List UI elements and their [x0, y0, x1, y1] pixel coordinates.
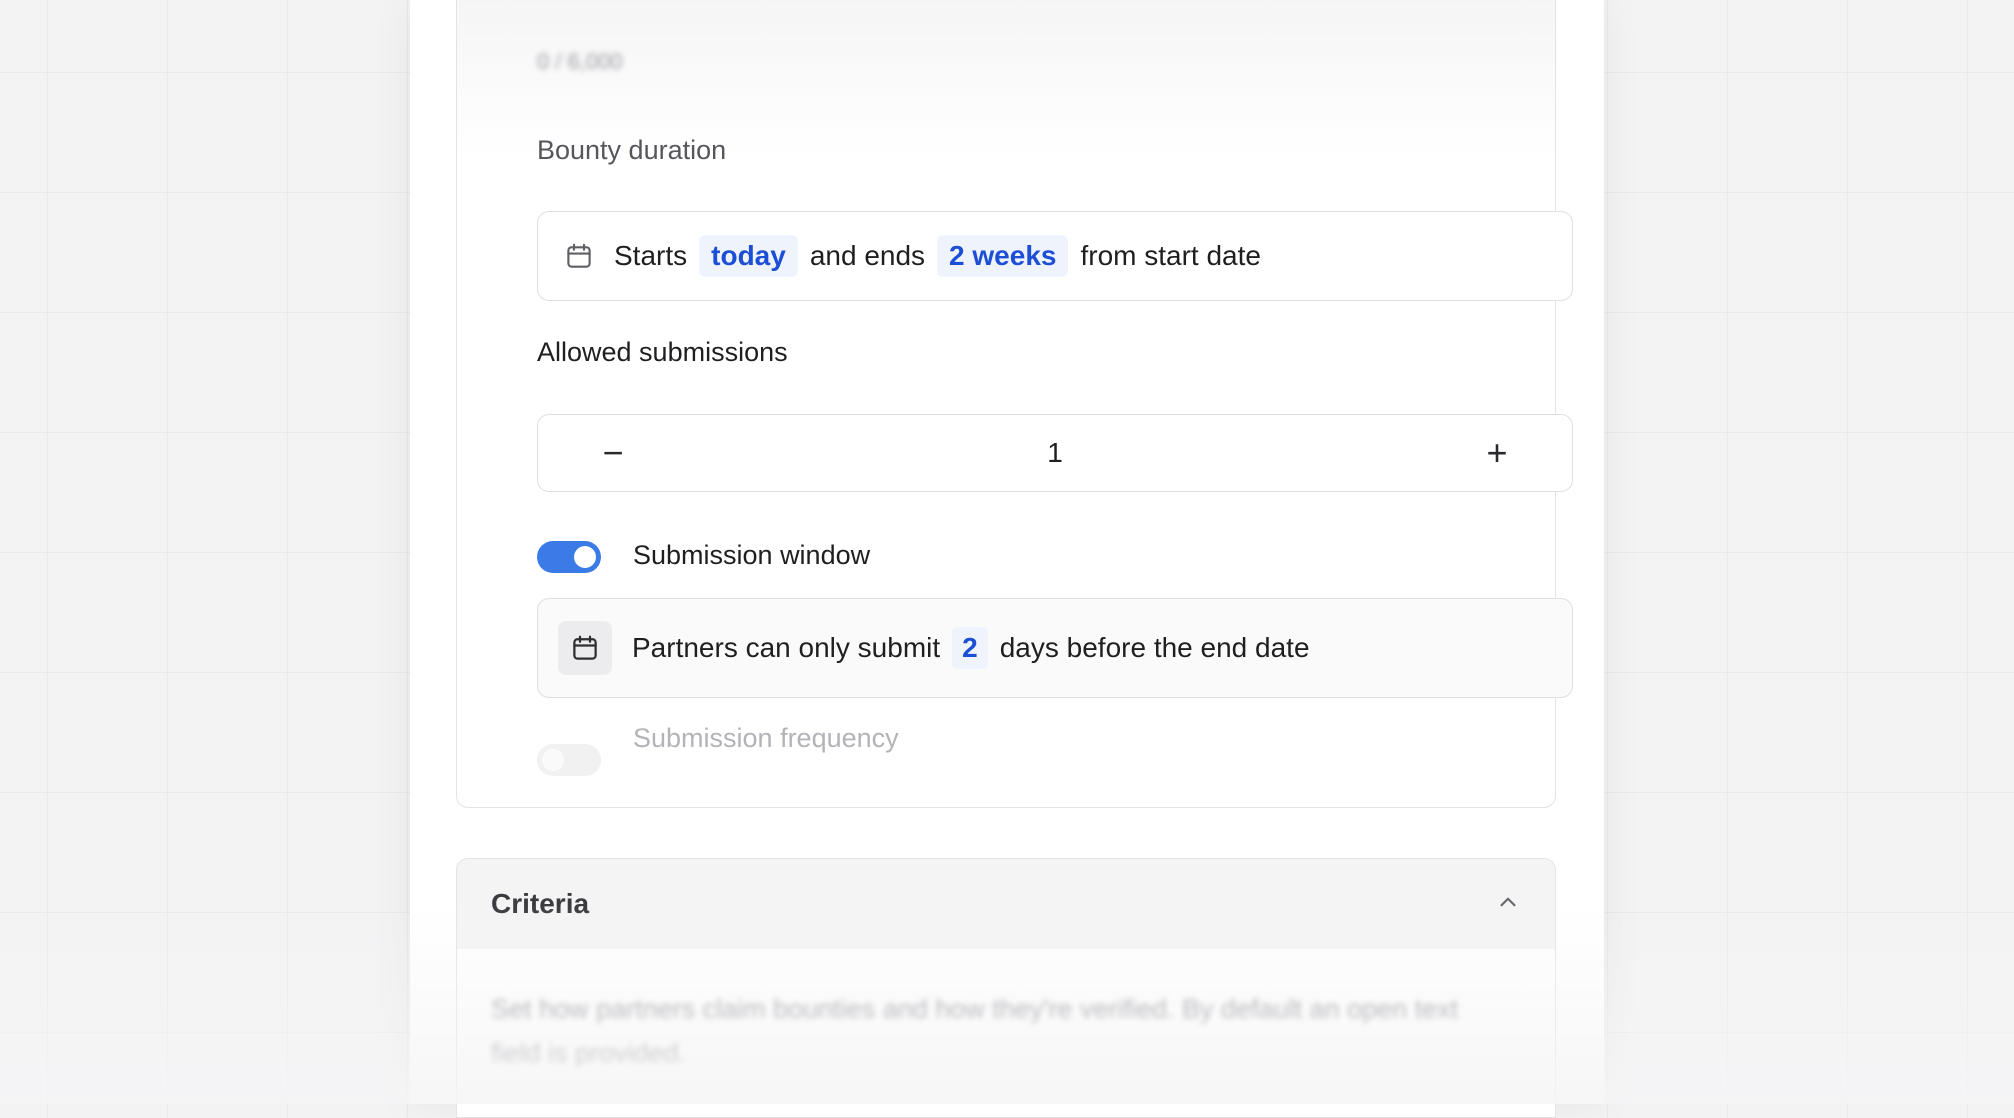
allowed-submissions-label: Allowed submissions	[537, 337, 788, 367]
criteria-description: Set how partners claim bounties and how …	[491, 994, 1459, 1068]
submit-prefix-text: Partners can only submit	[632, 632, 941, 663]
submission-frequency-label: Submission frequency	[633, 723, 899, 753]
toggle-knob	[574, 546, 596, 568]
bounty-duration-label: Bounty duration	[537, 135, 727, 165]
bounty-duration-sentence: Starts today and ends 2 weeks from start…	[614, 235, 1261, 277]
calendar-icon	[564, 241, 594, 271]
criteria-section: Criteria Set how partners claim bounties…	[456, 858, 1556, 1118]
bounty-settings-card: 0 / 6,000 Bounty duration Starts today a…	[456, 0, 1573, 808]
criteria-header[interactable]: Criteria	[457, 859, 1555, 949]
ends-text: and ends	[809, 240, 926, 271]
bounty-duration-field: Starts today and ends 2 weeks from start…	[537, 211, 1573, 301]
submission-window-toggle[interactable]	[537, 541, 601, 573]
submission-window-field: Partners can only submit 2 days before t…	[537, 598, 1573, 698]
from-start-date-text: from start date	[1080, 240, 1261, 271]
submission-window-sentence: Partners can only submit 2 days before t…	[632, 627, 1310, 669]
criteria-title: Criteria	[491, 888, 590, 919]
submit-suffix-text: days before the end date	[999, 632, 1310, 663]
end-duration-picker[interactable]: 2 weeks	[937, 235, 1069, 277]
submissions-value[interactable]: 1	[1047, 437, 1063, 469]
calendar-icon	[570, 633, 600, 663]
calendar-icon-box	[558, 621, 612, 675]
start-date-picker[interactable]: today	[699, 235, 798, 277]
top-fade-overlay	[457, 0, 1555, 156]
submission-window-label: Submission window	[633, 540, 871, 570]
character-counter: 0 / 6,000	[537, 49, 623, 74]
days-before-picker[interactable]: 2	[952, 627, 988, 669]
chevron-up-icon[interactable]	[1495, 889, 1521, 920]
starts-text: Starts	[614, 240, 688, 271]
toggle-knob	[542, 749, 564, 771]
decrement-button[interactable]: −	[568, 415, 658, 491]
submission-frequency-toggle[interactable]	[537, 744, 601, 776]
bounty-form-panel: 0 / 6,000 Bounty duration Starts today a…	[410, 0, 1604, 1118]
allowed-submissions-stepper: − 1 +	[537, 414, 1573, 492]
increment-button[interactable]: +	[1452, 415, 1542, 491]
